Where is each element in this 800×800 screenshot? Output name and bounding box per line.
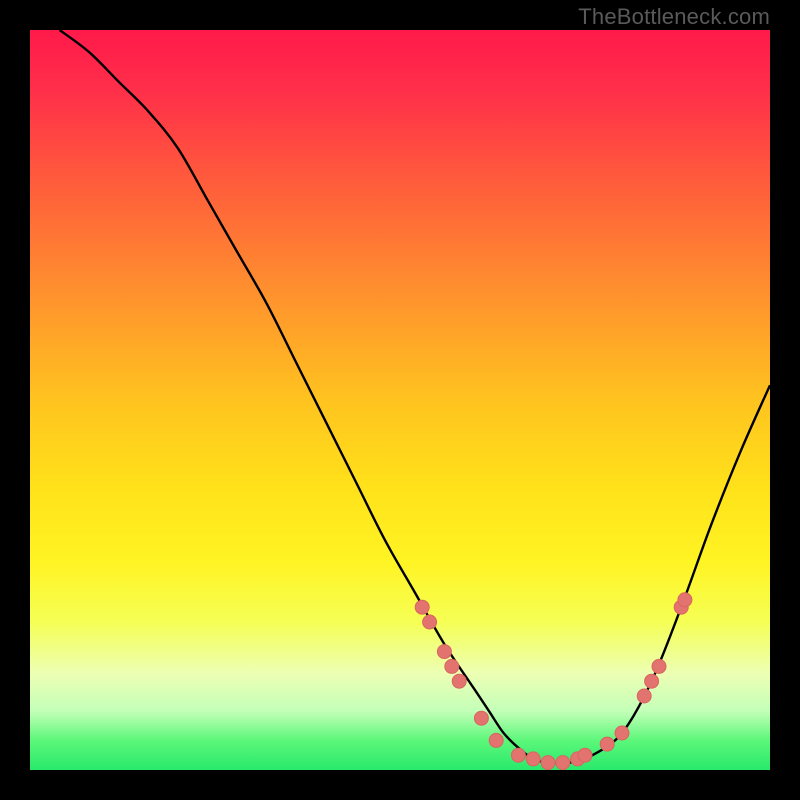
data-point	[600, 737, 614, 751]
data-point	[423, 615, 437, 629]
data-point	[437, 645, 451, 659]
data-point	[415, 600, 429, 614]
data-point	[526, 752, 540, 766]
chart-container: TheBottleneck.com	[0, 0, 800, 800]
chart-svg	[30, 30, 770, 770]
data-point	[615, 726, 629, 740]
data-point	[678, 593, 692, 607]
data-point	[452, 674, 466, 688]
data-markers	[415, 593, 692, 770]
data-point	[474, 711, 488, 725]
data-point	[511, 748, 525, 762]
data-point	[645, 674, 659, 688]
bottleneck-curve	[60, 30, 770, 763]
plot-area	[30, 30, 770, 770]
data-point	[637, 689, 651, 703]
data-point	[489, 733, 503, 747]
data-point	[578, 748, 592, 762]
data-point	[652, 659, 666, 673]
watermark-text: TheBottleneck.com	[578, 4, 770, 30]
data-point	[541, 756, 555, 770]
data-point	[556, 756, 570, 770]
data-point	[445, 659, 459, 673]
